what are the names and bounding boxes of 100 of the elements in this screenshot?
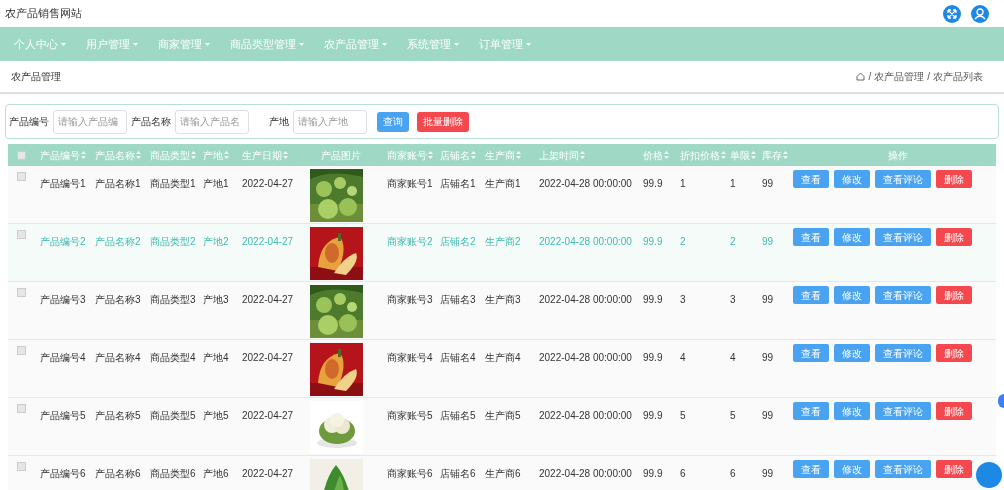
table-cell: 2022-04-27 bbox=[242, 294, 294, 305]
nav-menu-item[interactable]: 农产品管理 bbox=[324, 35, 387, 53]
table-cell: 4 bbox=[680, 352, 686, 363]
sort-icon[interactable] bbox=[751, 151, 756, 159]
delete-button[interactable]: 删除 bbox=[936, 402, 972, 420]
table-cell: 商品类型6 bbox=[150, 468, 196, 479]
search-field[interactable]: 请输入产品编 bbox=[53, 109, 127, 134]
nav-menu-item[interactable]: 商品类型管理 bbox=[230, 35, 304, 53]
action-button[interactable]: 修改 bbox=[834, 228, 870, 246]
sort-icon[interactable] bbox=[428, 151, 433, 159]
row-checkbox[interactable] bbox=[16, 462, 26, 471]
table-cell: 产地5 bbox=[203, 410, 229, 421]
table-cell: 商品类型4 bbox=[150, 352, 196, 363]
action-button[interactable]: 查看评论 bbox=[875, 170, 931, 188]
delete-button[interactable]: 删除 bbox=[936, 170, 972, 188]
action-button[interactable]: 查看评论 bbox=[875, 402, 931, 420]
table-cell: 商家账号2 bbox=[387, 236, 433, 247]
sort-icon[interactable] bbox=[283, 151, 288, 159]
table-cell: 店铺名6 bbox=[440, 468, 476, 479]
action-button[interactable]: 查看 bbox=[793, 170, 829, 188]
breadcrumb-item[interactable]: 农产品列表 bbox=[933, 69, 983, 84]
nav-menu-item[interactable]: 商家管理 bbox=[158, 35, 210, 53]
table-cell: 生产商5 bbox=[485, 410, 521, 421]
sort-icon[interactable] bbox=[191, 151, 196, 159]
user-icon[interactable] bbox=[971, 4, 989, 23]
table-cell: 6 bbox=[680, 468, 686, 479]
column-header[interactable]: 产地 bbox=[203, 147, 223, 163]
action-button[interactable]: 查看 bbox=[793, 460, 829, 478]
search-field[interactable]: 请输入产品名 bbox=[175, 109, 249, 134]
caret-icon bbox=[299, 42, 304, 46]
delete-button[interactable]: 删除 bbox=[936, 228, 972, 246]
nav-menu-item[interactable]: 个人中心 bbox=[14, 35, 66, 53]
column-header[interactable]: 产品名称 bbox=[95, 147, 135, 163]
fullscreen-icon[interactable] bbox=[943, 4, 961, 23]
action-button[interactable]: 修改 bbox=[834, 402, 870, 420]
action-button[interactable]: 修改 bbox=[834, 170, 870, 188]
column-header[interactable]: 折扣价格 bbox=[680, 147, 720, 163]
column-header[interactable]: 商品类型 bbox=[150, 147, 190, 163]
delete-button[interactable]: 删除 bbox=[936, 286, 972, 304]
table-cell: 2 bbox=[730, 236, 736, 247]
column-header[interactable]: 价格 bbox=[643, 147, 663, 163]
action-button[interactable]: 修改 bbox=[834, 460, 870, 478]
sort-icon[interactable] bbox=[580, 151, 585, 159]
table-cell: 店铺名2 bbox=[440, 236, 476, 247]
column-header[interactable]: 生产日期 bbox=[242, 147, 282, 163]
nav-menu-item[interactable]: 订单管理 bbox=[479, 35, 531, 53]
sort-icon[interactable] bbox=[136, 151, 141, 159]
sort-icon[interactable] bbox=[224, 151, 229, 159]
sort-icon[interactable] bbox=[516, 151, 521, 159]
table-cell: 商家账号6 bbox=[387, 468, 433, 479]
action-button[interactable]: 修改 bbox=[834, 286, 870, 304]
column-header[interactable]: 店铺名 bbox=[440, 147, 470, 163]
table-cell: 产品编号2 bbox=[40, 236, 86, 247]
action-button[interactable]: 查看评论 bbox=[875, 460, 931, 478]
nav-menu-item[interactable]: 系统管理 bbox=[407, 35, 459, 53]
field-label: 产品编号 bbox=[9, 115, 49, 129]
row-checkbox[interactable] bbox=[16, 288, 26, 297]
nav-menu-item[interactable]: 用户管理 bbox=[86, 35, 138, 53]
table-cell: 商家账号4 bbox=[387, 352, 433, 363]
column-header[interactable]: 上架时间 bbox=[539, 147, 579, 163]
row-checkbox[interactable] bbox=[16, 230, 26, 239]
batch-delete-button[interactable]: 批量删除 bbox=[417, 111, 469, 132]
table-cell: 2022-04-27 bbox=[242, 468, 294, 479]
query-button[interactable]: 查询 bbox=[377, 111, 409, 132]
action-button[interactable]: 查看 bbox=[793, 228, 829, 246]
sort-icon[interactable] bbox=[783, 151, 788, 159]
row-checkbox[interactable] bbox=[16, 172, 26, 181]
breadcrumb-item[interactable]: 农产品管理 bbox=[874, 69, 925, 84]
column-header[interactable]: 库存 bbox=[762, 147, 782, 163]
sort-icon[interactable] bbox=[664, 151, 669, 159]
action-button[interactable]: 修改 bbox=[834, 344, 870, 362]
column-header[interactable]: 商家账号 bbox=[387, 147, 427, 163]
delete-button[interactable]: 删除 bbox=[936, 344, 972, 362]
action-button[interactable]: 查看 bbox=[793, 402, 829, 420]
sort-icon[interactable] bbox=[721, 151, 726, 159]
column-header[interactable]: 操作 bbox=[887, 147, 908, 163]
column-header[interactable]: 产品图片 bbox=[320, 147, 361, 163]
table-cell: 产品名称6 bbox=[95, 468, 141, 479]
action-button[interactable]: 查看评论 bbox=[875, 228, 931, 246]
delete-button[interactable]: 删除 bbox=[936, 460, 972, 478]
sort-icon[interactable] bbox=[471, 151, 476, 159]
row-checkbox[interactable] bbox=[16, 346, 26, 355]
search-field[interactable]: 请输入产地 bbox=[293, 109, 367, 134]
select-all-checkbox[interactable] bbox=[16, 150, 26, 160]
table-cell: 99 bbox=[762, 178, 774, 189]
action-button[interactable]: 查看 bbox=[793, 344, 829, 362]
row-checkbox[interactable] bbox=[16, 404, 26, 413]
action-button[interactable]: 查看评论 bbox=[875, 344, 931, 362]
column-header[interactable]: 生产商 bbox=[485, 147, 515, 163]
table-cell: 产品编号6 bbox=[40, 468, 86, 479]
home-icon[interactable] bbox=[856, 72, 866, 81]
action-button[interactable]: 查看评论 bbox=[875, 286, 931, 304]
sort-icon[interactable] bbox=[81, 151, 86, 159]
table-cell: 99.9 bbox=[643, 468, 663, 479]
table-cell: 99.9 bbox=[643, 178, 663, 189]
column-header[interactable]: 产品编号 bbox=[40, 147, 80, 163]
column-header[interactable]: 单限 bbox=[730, 147, 750, 163]
action-button[interactable]: 查看 bbox=[793, 286, 829, 304]
caret-icon bbox=[454, 42, 459, 46]
table-cell: 商家账号5 bbox=[387, 410, 433, 421]
